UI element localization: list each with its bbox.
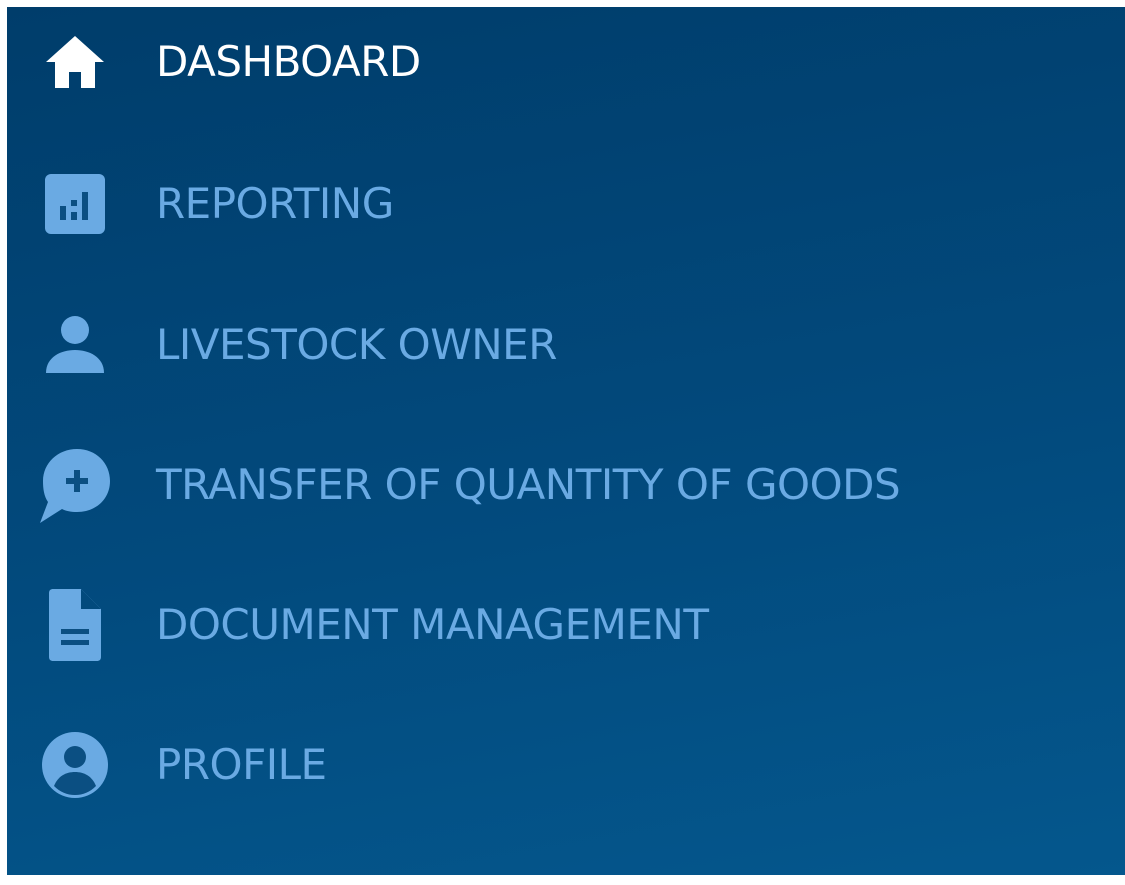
- sidebar-item-label: TRANSFER OF QUANTITY OF GOODS: [156, 460, 901, 509]
- sidebar-item-dashboard[interactable]: DASHBOARD: [7, 7, 1125, 117]
- chat-plus-icon: [37, 447, 113, 523]
- bar-chart-icon: [37, 166, 113, 242]
- person-icon: [37, 307, 113, 383]
- sidebar-item-label: DASHBOARD: [156, 37, 421, 86]
- document-icon: [37, 587, 113, 663]
- sidebar-item-label: LIVESTOCK OWNER: [156, 320, 557, 369]
- sidebar-item-livestock-owner[interactable]: LIVESTOCK OWNER: [7, 290, 1125, 400]
- sidebar-menu: DASHBOARD REPORTING LIVESTOCK OWNER TRAN…: [7, 7, 1125, 875]
- sidebar-item-document-management[interactable]: DOCUMENT MANAGEMENT: [7, 570, 1125, 680]
- sidebar-item-label: REPORTING: [156, 179, 394, 228]
- sidebar-item-reporting[interactable]: REPORTING: [7, 149, 1125, 259]
- sidebar-item-profile[interactable]: PROFILE: [7, 710, 1125, 820]
- account-circle-icon: [37, 727, 113, 803]
- sidebar-item-transfer-of-quantity-of-goods[interactable]: TRANSFER OF QUANTITY OF GOODS: [7, 430, 1125, 540]
- sidebar-item-label: PROFILE: [156, 740, 327, 789]
- home-icon: [37, 24, 113, 100]
- sidebar-item-label: DOCUMENT MANAGEMENT: [156, 600, 709, 649]
